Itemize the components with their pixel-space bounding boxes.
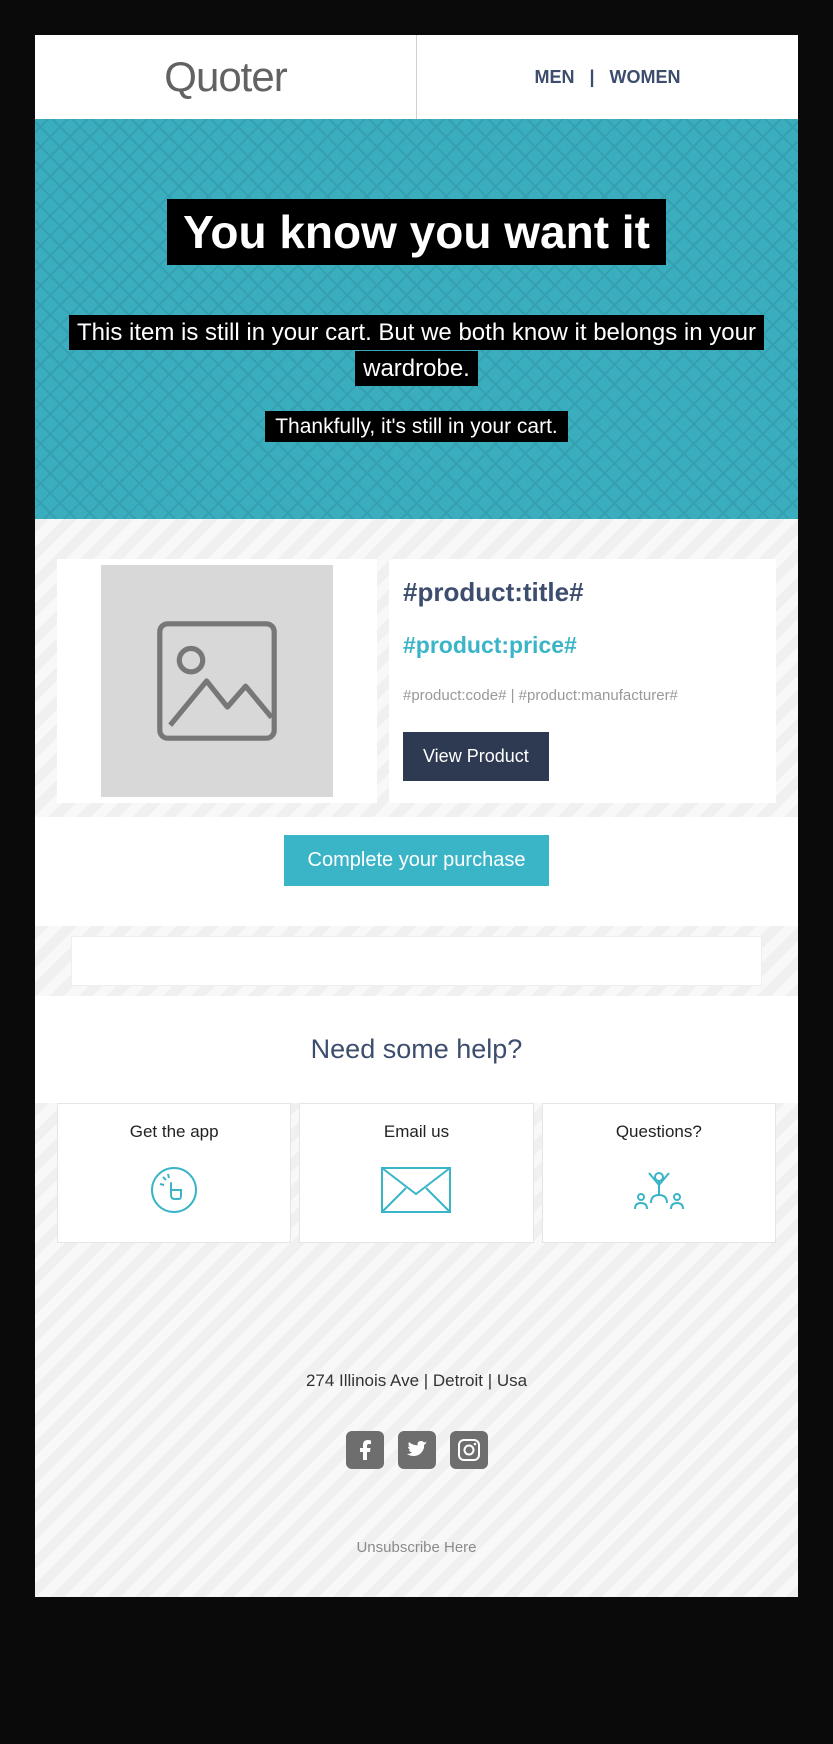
view-product-button[interactable]: View Product	[403, 732, 549, 781]
facebook-icon[interactable]	[346, 1431, 384, 1469]
divider-strip	[71, 936, 762, 986]
product-image-placeholder	[101, 565, 333, 797]
twitter-icon[interactable]	[398, 1431, 436, 1469]
product-row: #product:title# #product:price# #product…	[35, 559, 798, 803]
product-image-card	[57, 559, 377, 803]
product-info-card: #product:title# #product:price# #product…	[389, 559, 776, 803]
people-icon	[551, 1160, 767, 1220]
unsubscribe-link[interactable]: Unsubscribe Here	[356, 1539, 476, 1556]
footer-address: 274 Illinois Ave | Detroit | Usa	[55, 1371, 778, 1391]
envelope-icon	[308, 1160, 524, 1220]
help-card-label: Get the app	[66, 1122, 282, 1142]
product-price: #product:price#	[403, 632, 762, 659]
product-meta: #product:code# | #product:manufacturer#	[403, 687, 762, 704]
instagram-icon[interactable]	[450, 1431, 488, 1469]
hero-subtitle-2: Thankfully, it's still in your cart.	[265, 411, 568, 442]
nav-women-link[interactable]: WOMEN	[610, 67, 681, 87]
hero-title: You know you want it	[167, 199, 666, 265]
hero-banner: You know you want it This item is still …	[35, 119, 798, 519]
tap-icon	[66, 1160, 282, 1220]
hero-subtitle-1: This item is still in your cart. But we …	[69, 315, 764, 386]
header: Quoter MEN | WOMEN	[35, 35, 798, 119]
help-card-questions[interactable]: Questions?	[542, 1103, 776, 1243]
primary-nav: MEN | WOMEN	[534, 67, 680, 88]
complete-purchase-button[interactable]: Complete your purchase	[284, 835, 550, 886]
help-card-label: Questions?	[551, 1122, 767, 1142]
help-title: Need some help?	[35, 996, 798, 1103]
help-card-app[interactable]: Get the app	[57, 1103, 291, 1243]
brand-logo: Quoter	[164, 53, 286, 100]
product-title: #product:title#	[403, 577, 762, 608]
footer: 274 Illinois Ave | Detroit | Usa Unsubsc…	[35, 1311, 798, 1597]
nav-separator: |	[589, 67, 594, 87]
nav-men-link[interactable]: MEN	[534, 67, 574, 87]
image-placeholder-icon	[152, 616, 282, 746]
help-card-label: Email us	[308, 1122, 524, 1142]
help-card-email[interactable]: Email us	[299, 1103, 533, 1243]
